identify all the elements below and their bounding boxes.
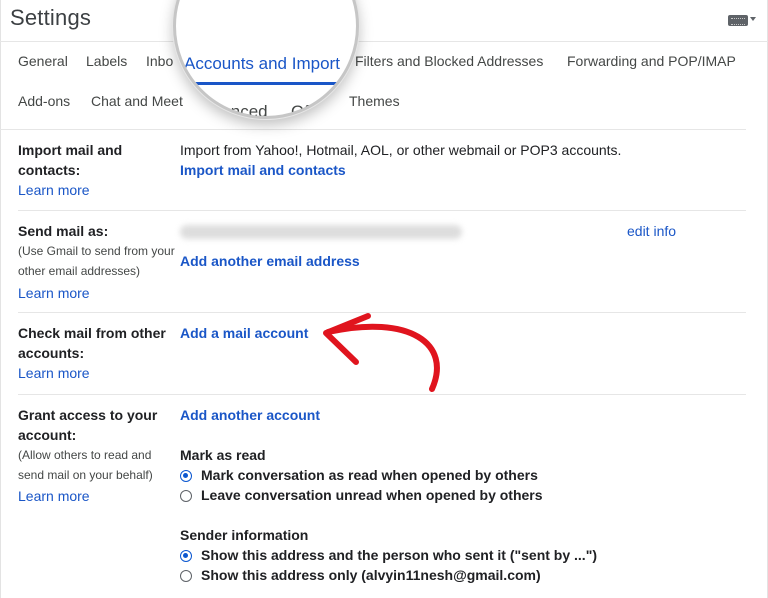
tab-labels[interactable]: Labels xyxy=(86,53,127,69)
tab-chat-and-meet[interactable]: Chat and Meet xyxy=(91,93,183,109)
check-mail-row: Check mail from other accounts: Learn mo… xyxy=(18,313,746,395)
chevron-down-icon[interactable] xyxy=(750,17,756,21)
leave-unread-option-label: Leave conversation unread when opened by… xyxy=(201,487,543,503)
tab-themes[interactable]: Themes xyxy=(349,93,400,109)
import-mail-and-contacts-link[interactable]: Import mail and contacts xyxy=(180,160,346,180)
mark-as-read-heading: Mark as read xyxy=(180,447,266,463)
keyboard-icon[interactable] xyxy=(728,15,748,26)
add-another-account-link[interactable]: Add another account xyxy=(180,405,320,425)
tab-add-ons[interactable]: Add-ons xyxy=(18,93,70,109)
radio-unselected-icon[interactable] xyxy=(180,570,192,582)
settings-tabs-row-2: Add-ons Chat and Meet Themes xyxy=(0,87,768,117)
radio-selected-icon[interactable] xyxy=(180,550,192,562)
import-mail-label: Import mail and contacts: xyxy=(18,142,123,178)
add-another-email-address-link[interactable]: Add another email address xyxy=(180,251,360,271)
blurred-email-address xyxy=(180,225,462,239)
radio-selected-icon[interactable] xyxy=(180,470,192,482)
import-mail-row: Import mail and contacts: Learn more Imp… xyxy=(18,130,746,211)
tab-inbox[interactable]: Inbo xyxy=(146,53,173,69)
edit-info-link[interactable]: edit info xyxy=(627,221,676,241)
check-mail-label: Check mail from other accounts: xyxy=(18,325,166,361)
sender-information-heading: Sender information xyxy=(180,527,309,543)
radio-unselected-icon[interactable] xyxy=(180,490,192,502)
leave-unread-option[interactable]: Leave conversation unread when opened by… xyxy=(180,485,543,505)
show-address-and-sender-label: Show this address and the person who sen… xyxy=(201,547,597,563)
settings-header: Settings xyxy=(0,0,768,42)
show-address-only-label: Show this address only (alvyin11nesh@gma… xyxy=(201,567,541,583)
active-tab-indicator xyxy=(182,82,352,85)
tab-accounts-and-import[interactable]: Accounts and Import xyxy=(184,54,340,74)
grant-learn-more-link[interactable]: Learn more xyxy=(18,486,90,506)
tab-general[interactable]: General xyxy=(18,53,68,69)
add-mail-account-link[interactable]: Add a mail account xyxy=(180,323,308,343)
import-description: Import from Yahoo!, Hotmail, AOL, or oth… xyxy=(180,142,622,158)
grant-access-description: (Allow others to read and send mail on y… xyxy=(18,448,153,482)
grant-access-row: Grant access to your account: (Allow oth… xyxy=(18,395,746,598)
magnifier-callout: Accounts and Import Advanced Offline xyxy=(173,0,359,119)
send-mail-as-row: Send mail as: (Use Gmail to send from yo… xyxy=(18,211,746,313)
mark-read-option-label: Mark conversation as read when opened by… xyxy=(201,467,538,483)
send-as-learn-more-link[interactable]: Learn more xyxy=(18,283,90,303)
settings-tabs-row-1: General Labels Inbo Filters and Blocked … xyxy=(0,47,768,77)
send-mail-as-label: Send mail as: xyxy=(18,223,109,239)
mark-read-option[interactable]: Mark conversation as read when opened by… xyxy=(180,465,538,485)
tab-forwarding-and-pop-imap[interactable]: Forwarding and POP/IMAP xyxy=(567,53,736,69)
import-learn-more-link[interactable]: Learn more xyxy=(18,180,90,200)
grant-access-label: Grant access to your account: xyxy=(18,407,158,443)
check-mail-learn-more-link[interactable]: Learn more xyxy=(18,363,90,383)
tab-filters-and-blocked-addresses[interactable]: Filters and Blocked Addresses xyxy=(355,53,543,69)
show-address-and-sender-option[interactable]: Show this address and the person who sen… xyxy=(180,545,597,565)
show-address-only-option[interactable]: Show this address only (alvyin11nesh@gma… xyxy=(180,565,541,585)
page-title: Settings xyxy=(10,5,92,30)
send-mail-as-description: (Use Gmail to send from your other email… xyxy=(18,244,175,278)
